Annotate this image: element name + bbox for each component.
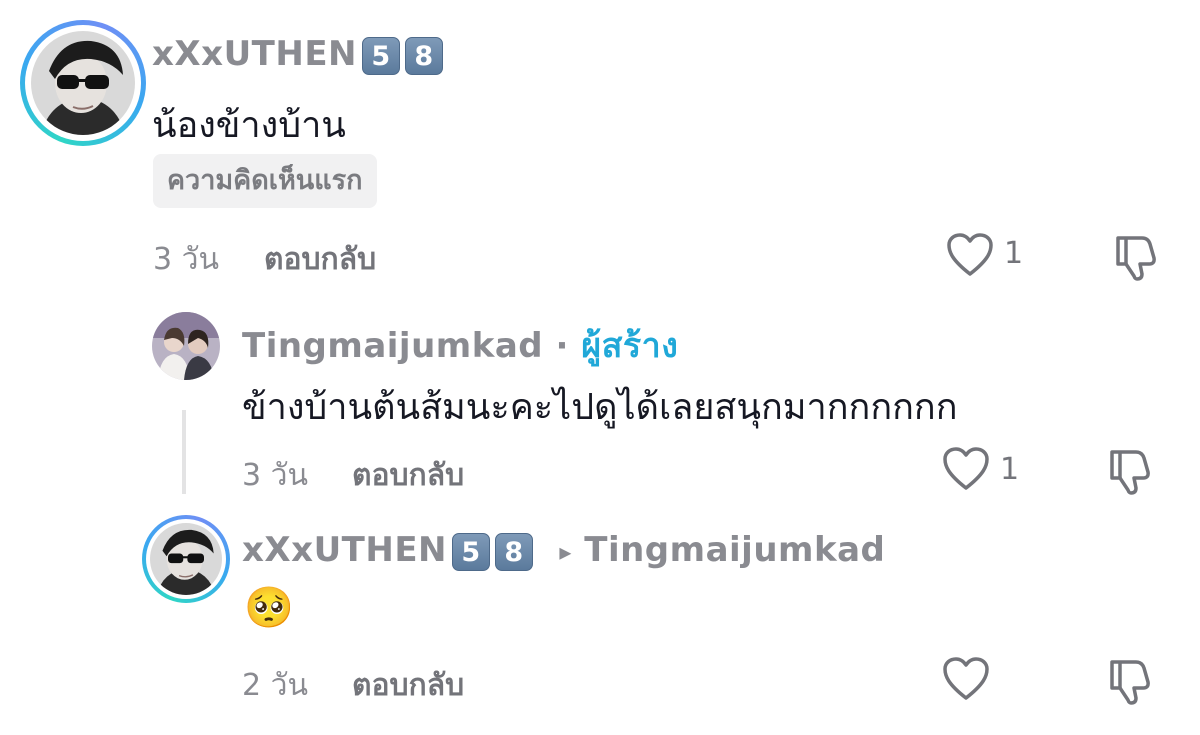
username-text[interactable]: xXxUTHEN bbox=[242, 530, 447, 570]
thread-line bbox=[182, 410, 186, 494]
like-count: 1 bbox=[1000, 452, 1020, 487]
dislike-icon[interactable] bbox=[1110, 232, 1160, 282]
heart-icon[interactable] bbox=[942, 446, 990, 492]
avatar[interactable] bbox=[152, 312, 220, 380]
username-text[interactable]: xXxUTHEN bbox=[152, 34, 357, 74]
reply-button[interactable]: ตอบกลับ bbox=[264, 236, 376, 283]
number-badge: 5 bbox=[362, 36, 401, 75]
number-badge: 8 bbox=[405, 36, 444, 75]
heart-icon[interactable] bbox=[942, 656, 990, 702]
reply-button[interactable]: ตอบกลับ bbox=[352, 452, 464, 499]
comment-username[interactable]: Tingmaijumkad · ผู้สร้าง bbox=[242, 318, 678, 372]
avatar[interactable] bbox=[20, 20, 146, 146]
dislike-icon[interactable] bbox=[1104, 656, 1154, 706]
comment-text: ข้างบ้านต้นส้มนะคะไปดูได้เลยสนุกมากกกกกก bbox=[242, 387, 958, 428]
comment-username[interactable]: xXxUTHEN 5 8 bbox=[152, 34, 444, 75]
comment-text: น้องข้างบ้าน bbox=[152, 105, 346, 146]
comment-time: 3 วัน bbox=[242, 458, 308, 493]
number-badge: 8 bbox=[495, 532, 534, 571]
reply-arrow-icon: ▸ bbox=[559, 537, 572, 566]
dislike-icon[interactable] bbox=[1104, 446, 1154, 496]
like-count: 1 bbox=[1004, 236, 1024, 271]
separator: · bbox=[555, 326, 569, 366]
comment-time: 2 วัน bbox=[242, 668, 308, 703]
comment-username[interactable]: xXxUTHEN 5 8 ▸ Tingmaijumkad bbox=[242, 530, 885, 571]
comment-time: 3 วัน bbox=[153, 242, 219, 277]
reply-button[interactable]: ตอบกลับ bbox=[352, 662, 464, 709]
number-badge: 5 bbox=[452, 532, 491, 571]
username-text[interactable]: Tingmaijumkad bbox=[242, 326, 543, 366]
emoji-comment: 🥺 bbox=[244, 585, 294, 631]
reply-to-username[interactable]: Tingmaijumkad bbox=[584, 530, 885, 570]
heart-icon[interactable] bbox=[946, 232, 994, 278]
creator-label: ผู้สร้าง bbox=[581, 326, 679, 366]
first-comment-tag: ความคิดเห็นแรก bbox=[153, 154, 377, 208]
avatar[interactable] bbox=[142, 515, 230, 603]
